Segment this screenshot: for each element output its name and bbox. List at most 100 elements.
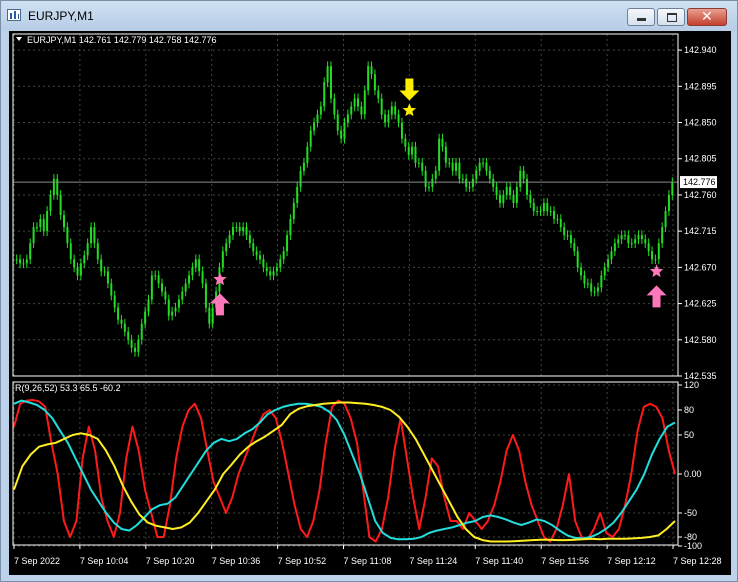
current-price-tag: 142.776: [680, 176, 717, 189]
candle-body: [542, 202, 545, 212]
candle-body: [319, 106, 322, 115]
candle-body: [370, 66, 373, 75]
candle-body: [475, 170, 478, 179]
candle-body: [242, 227, 245, 232]
candle-body: [424, 170, 427, 187]
time-axis-label: 7 Sep 10:36: [212, 556, 261, 566]
candle-body: [414, 146, 417, 163]
indicator-axis-label: -50: [684, 508, 697, 518]
candle-body: [66, 227, 69, 244]
indicator-axis-label: 120: [684, 380, 699, 390]
candle-body: [123, 323, 126, 332]
candle-body: [569, 235, 572, 244]
candle-body: [286, 235, 289, 252]
candle-body: [387, 114, 390, 123]
indicator-axis-label: 0.00: [684, 469, 702, 479]
candle-body: [593, 291, 596, 293]
time-axis-label: 7 Sep 11:08: [344, 556, 392, 566]
candle-body: [259, 255, 262, 260]
candle-body: [461, 178, 464, 180]
candle-body: [651, 251, 654, 260]
candle-body: [302, 162, 305, 171]
candle-body: [373, 74, 376, 91]
candle-body: [306, 146, 309, 163]
candle-body: [269, 271, 272, 276]
sell-arrow-down-icon: [399, 78, 420, 101]
indicator-axis-label: 50: [684, 430, 694, 440]
candle-body: [603, 267, 606, 276]
candle-body: [29, 243, 32, 260]
candle-body: [208, 307, 211, 324]
candle-body: [19, 259, 22, 264]
candle-body: [340, 130, 343, 139]
candle-body: [127, 331, 130, 340]
candle-body: [617, 239, 620, 244]
candle-body: [336, 114, 339, 131]
candle-body: [46, 211, 49, 232]
candle-body: [596, 287, 599, 292]
candle-body: [174, 307, 177, 312]
candle-body: [117, 307, 120, 320]
candle-body: [22, 263, 25, 265]
chart-menu-triangle-icon[interactable]: [16, 37, 22, 41]
price-candles: [15, 61, 674, 357]
candle-body: [252, 243, 255, 252]
candle-body: [647, 243, 650, 252]
candle-body: [580, 267, 583, 276]
minimize-button[interactable]: [627, 8, 655, 26]
candle-body: [323, 82, 326, 107]
current-price-value: 142.776: [683, 177, 716, 187]
indicator-axis-label: -100: [684, 541, 702, 551]
maximize-button[interactable]: [657, 8, 685, 26]
candle-body: [529, 194, 532, 203]
candle-body: [390, 106, 393, 115]
grid: [13, 34, 678, 547]
candle-body: [478, 162, 481, 171]
candle-body: [590, 283, 593, 292]
close-button[interactable]: ✕: [687, 8, 727, 26]
candle-body: [326, 66, 329, 83]
candle-body: [79, 263, 82, 276]
candle-body: [620, 235, 623, 240]
title-bar[interactable]: EURJPY,M1 ✕: [1, 1, 737, 31]
signal-markers: [209, 78, 667, 316]
candle-body: [525, 178, 528, 195]
candle-body: [137, 339, 140, 352]
candle-body: [316, 114, 319, 123]
candle-body: [76, 267, 79, 276]
price-axis-label: 142.805: [684, 154, 717, 164]
candle-body: [417, 162, 420, 164]
candle-body: [110, 283, 113, 296]
candle-body: [113, 295, 116, 308]
candle-body: [421, 162, 424, 171]
candle-body: [434, 170, 437, 179]
candle-body: [502, 194, 505, 203]
candle-body: [265, 267, 268, 272]
candle-body: [455, 162, 458, 171]
chart-info-label: EURJPY,M1 142.761 142.779 142.758 142.77…: [27, 35, 216, 45]
chart-window-icon[interactable]: [7, 9, 21, 21]
candle-body: [350, 106, 353, 115]
candle-body: [346, 114, 349, 123]
candle-body: [100, 259, 103, 272]
candle-body: [627, 235, 630, 244]
candle-body: [515, 186, 518, 203]
candle-body: [86, 243, 89, 256]
candle-body: [610, 251, 613, 260]
candle-body: [150, 275, 153, 300]
candle-body: [245, 227, 248, 236]
time-axis-label: 7 Sep 12:28: [673, 556, 722, 566]
candle-body: [204, 283, 207, 308]
chart-canvas[interactable]: 142.940 142.895 142.850 142.805 142.760 142.7…: [9, 31, 731, 575]
candle-body: [225, 243, 228, 252]
time-axis-label: 7 Sep 11:56: [541, 556, 589, 566]
candle-body: [532, 202, 535, 212]
candle-body: [576, 251, 579, 268]
chart-area[interactable]: 142.940 142.895 142.850 142.805 142.760 142.7…: [9, 31, 731, 575]
candle-body: [556, 219, 559, 221]
candle-body: [482, 162, 485, 164]
candle-body: [441, 138, 444, 147]
buy-arrow-up-icon: [646, 285, 667, 308]
candle-body: [488, 170, 491, 179]
candle-body: [133, 347, 136, 352]
